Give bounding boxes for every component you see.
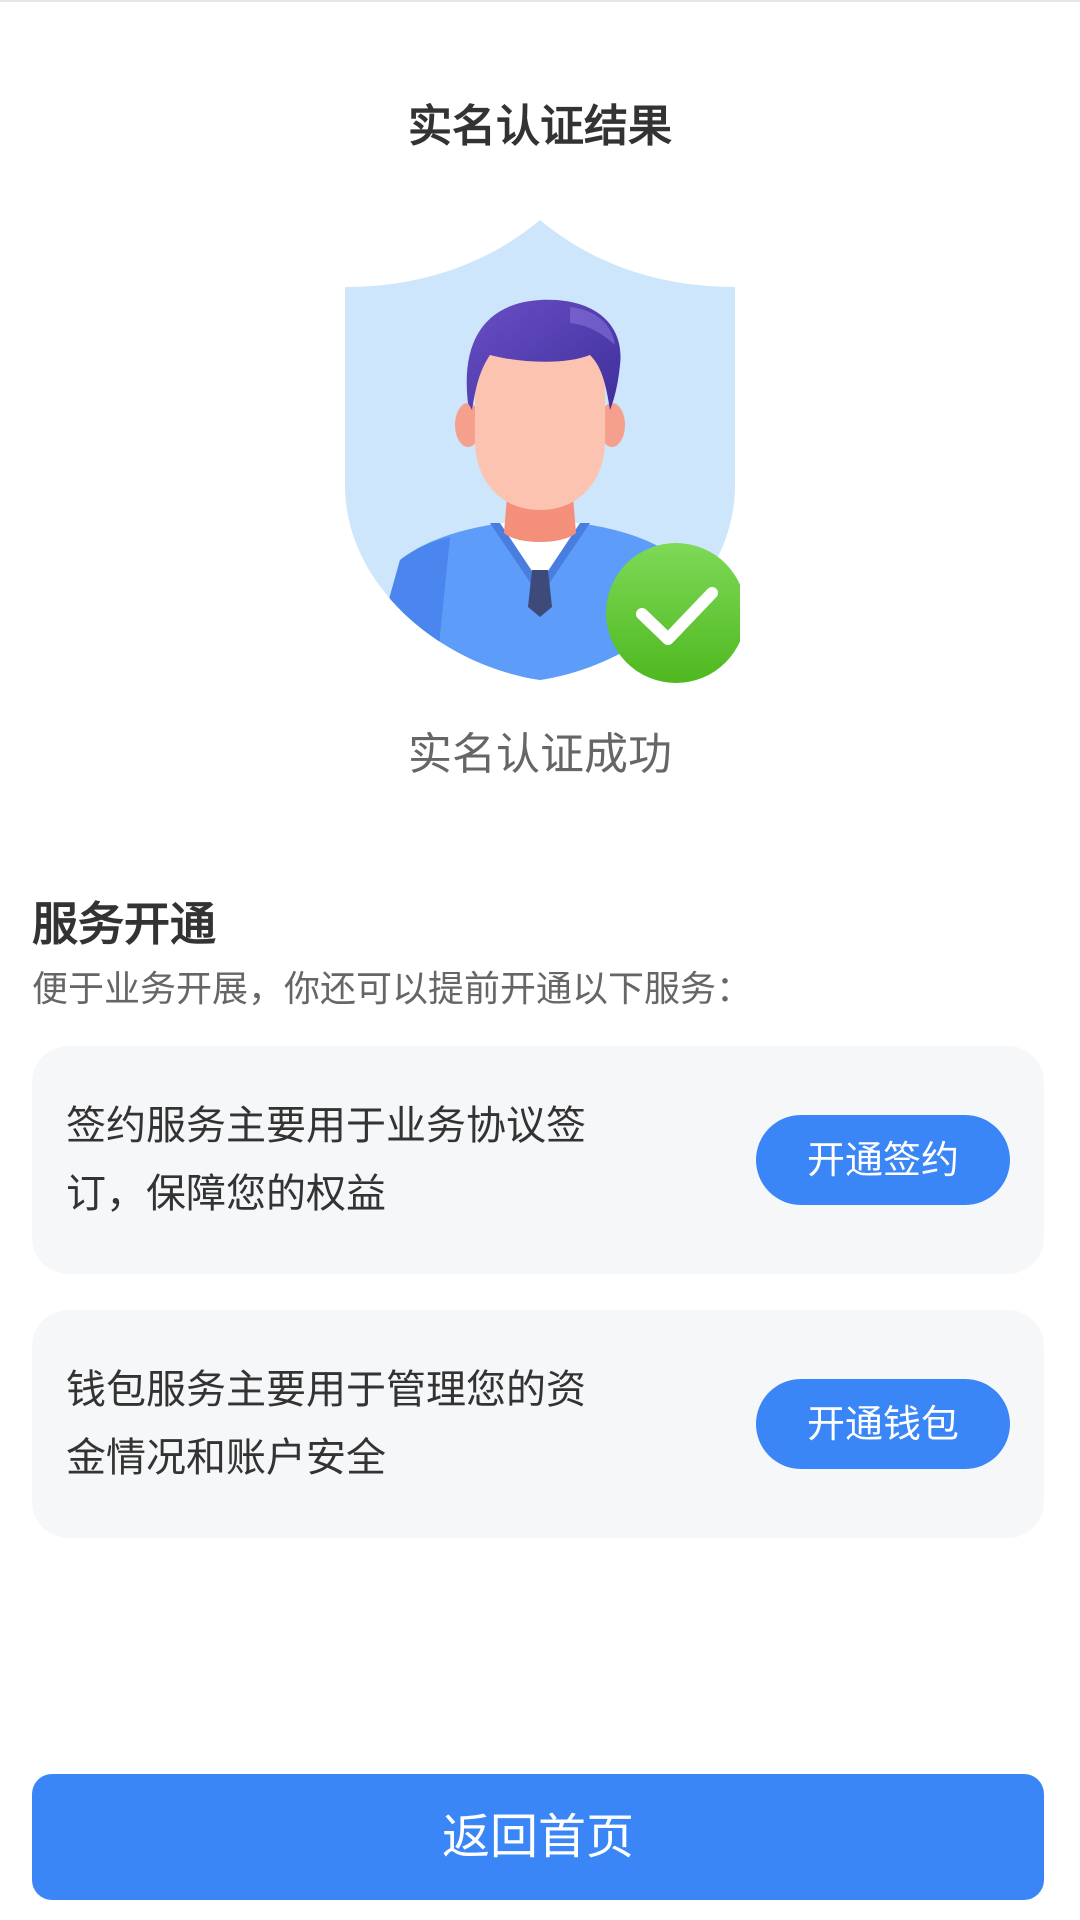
- top-divider: [0, 0, 1080, 2]
- service-card-signing: 签约服务主要用于业务协议签订，保障您的权益 开通签约: [32, 1046, 1044, 1274]
- return-home-button[interactable]: 返回首页: [32, 1774, 1044, 1900]
- services-section-title: 服务开通: [32, 897, 216, 951]
- verification-status: 实名认证成功: [408, 729, 672, 780]
- open-signing-button[interactable]: 开通签约: [756, 1115, 1010, 1205]
- page-title: 实名认证结果: [408, 101, 672, 152]
- service-card-wallet: 钱包服务主要用于管理您的资金情况和账户安全 开通钱包: [32, 1310, 1044, 1538]
- service-description: 签约服务主要用于业务协议签订，保障您的权益: [66, 1103, 586, 1217]
- open-wallet-button[interactable]: 开通钱包: [756, 1379, 1010, 1469]
- service-description: 钱包服务主要用于管理您的资金情况和账户安全: [66, 1367, 586, 1481]
- verified-user-shield-icon: [340, 215, 746, 685]
- services-section-subtitle: 便于业务开展，你还可以提前开通以下服务：: [32, 969, 753, 1010]
